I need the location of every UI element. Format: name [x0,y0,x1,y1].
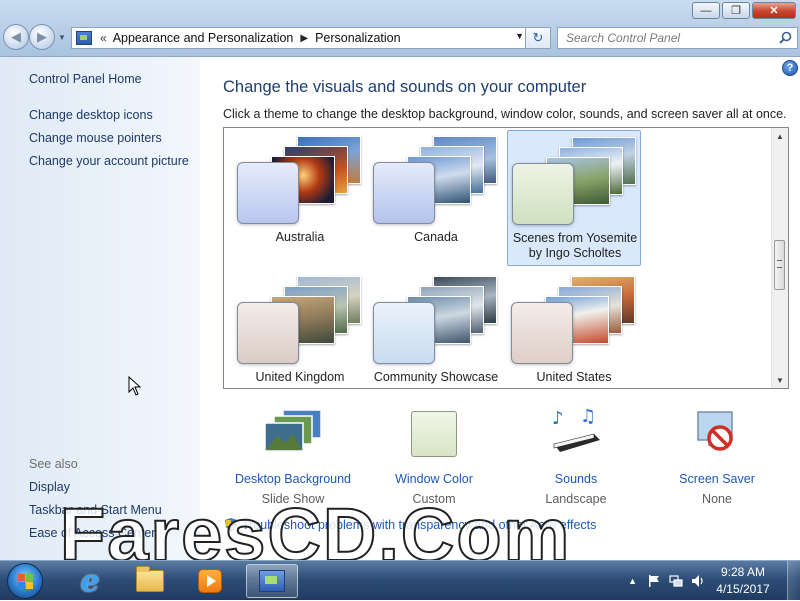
minimize-button[interactable]: — [692,2,720,19]
theme-color-swatch [237,302,299,364]
theme-color-swatch [237,162,299,224]
display-link[interactable]: Display [29,480,70,494]
desktop-background-icon [264,409,322,452]
clock-date: 4/15/2017 [716,582,770,596]
mouse-cursor-icon [128,376,142,396]
theme-label: Community Showcase [373,370,499,384]
theme-list-scrollbar[interactable]: ▲ ▼ [771,128,788,388]
svg-text:♪: ♪ [552,408,564,429]
taskbar-control-panel[interactable] [246,564,298,598]
clock-time: 9:28 AM [720,565,766,579]
taskbar-internet-explorer[interactable]: e [64,563,116,599]
control-panel-icon [259,570,285,592]
help-icon[interactable]: ? [782,60,798,76]
screen-saver-value: None [702,492,732,506]
troubleshoot-link-text[interactable]: Troubleshoot problems with transparency … [242,518,596,532]
taskbar-start-menu-link[interactable]: Taskbar and Start Menu [29,503,162,517]
taskbar: e ▲ 9:28 AM 4/15/2017 [0,560,800,601]
control-panel-icon [76,31,92,45]
windows-explorer-icon [136,566,164,592]
recent-pages-dropdown[interactable]: ▼ [58,33,66,42]
scroll-up-arrow-icon[interactable]: ▲ [772,128,788,144]
address-bar[interactable]: « Appearance and Personalization ▶ Perso… [71,27,551,49]
desktop-background-link[interactable]: Desktop Background [218,472,368,486]
window-color-setting[interactable]: Window Color Custom [359,408,509,508]
troubleshoot-aero-link[interactable]: Troubleshoot problems with transparency … [224,518,596,532]
scroll-thumb[interactable] [774,240,785,290]
refresh-button[interactable]: ↻ [525,27,551,49]
back-button[interactable]: ◀ [3,24,29,50]
theme-label: United Kingdom [255,370,345,384]
theme-united-kingdom[interactable]: United Kingdom [233,270,367,388]
sounds-link[interactable]: Sounds [501,472,651,486]
screen-saver-link[interactable]: Screen Saver [642,472,792,486]
window-color-icon [411,411,457,457]
breadcrumb-appearance[interactable]: Appearance and Personalization [113,31,294,45]
network-icon[interactable] [669,574,683,588]
change-desktop-icons-link[interactable]: Change desktop icons [29,108,153,122]
ease-of-access-link[interactable]: Ease of Access Center [29,526,155,540]
desktop-background-value: Slide Show [261,492,325,506]
back-arrow-icon: ◀ [11,29,21,44]
forward-button[interactable]: ▶ [29,24,55,50]
maximize-button[interactable]: ❐ [722,2,750,19]
system-clock[interactable]: 9:28 AM 4/15/2017 [713,564,773,598]
theme-australia[interactable]: Australia [233,130,367,266]
breadcrumb-separator-icon[interactable]: ▶ [300,33,308,44]
see-also-header: See also [29,457,78,471]
window-titlebar: — ❐ ✕ ◀ ▶ ▼ « Appearance and Personaliza… [0,0,800,57]
change-account-picture-link[interactable]: Change your account picture [29,154,189,168]
internet-explorer-icon: e [80,563,100,599]
volume-icon[interactable] [691,574,705,588]
control-panel-home-link[interactable]: Control Panel Home [29,72,142,86]
sounds-value: Landscape [545,492,607,506]
shield-icon [225,518,237,532]
screen-saver-icon [697,411,733,451]
theme-label: Scenes from Yosemite by Ingo Scholtes [512,231,638,260]
change-mouse-pointers-link[interactable]: Change mouse pointers [29,131,162,145]
media-player-icon [198,569,222,593]
theme-color-swatch [373,302,435,364]
window-color-value: Custom [412,492,456,506]
start-button[interactable] [7,563,43,599]
show-desktop-button[interactable] [787,561,800,601]
address-overflow-chevron[interactable]: « [100,31,107,45]
theme-label: United States [536,370,612,384]
theme-label: Canada [414,230,458,244]
theme-list[interactable]: Australia Canada Scenes from Yosemite by… [223,127,789,389]
address-dropdown-icon[interactable]: ▼ [515,31,524,41]
search-icon[interactable] [779,31,792,44]
screen-saver-setting[interactable]: Screen Saver None [642,408,792,508]
taskbar-windows-explorer[interactable] [124,564,176,598]
close-button[interactable]: ✕ [752,2,796,19]
scroll-down-arrow-icon[interactable]: ▼ [772,372,788,388]
theme-label: Australia [275,230,325,244]
search-input[interactable] [564,30,778,46]
theme-color-swatch [373,162,435,224]
show-hidden-icons-arrow[interactable]: ▲ [628,576,637,586]
page-title: Change the visuals and sounds on your co… [223,78,587,96]
system-tray: ▲ 9:28 AM 4/15/2017 [628,561,800,601]
page-subtitle: Click a theme to change the desktop back… [223,107,787,121]
theme-canada[interactable]: Canada [369,130,503,266]
breadcrumb-personalization[interactable]: Personalization [315,31,400,45]
search-box[interactable] [557,27,798,49]
svg-text:♫: ♫ [580,408,596,427]
theme-community-showcase[interactable]: Community Showcase [369,270,503,388]
theme-color-swatch [512,163,574,225]
forward-arrow-icon: ▶ [37,29,47,44]
theme-color-swatch [511,302,573,364]
sounds-setting[interactable]: ♪ ♫ Sounds Landscape [501,408,651,508]
theme-yosemite[interactable]: Scenes from Yosemite by Ingo Scholtes [507,130,641,266]
theme-united-states[interactable]: United States [507,270,641,388]
desktop-background-setting[interactable]: Desktop Background Slide Show [218,408,368,508]
refresh-icon: ↻ [532,30,544,45]
taskbar-media-player[interactable] [184,564,236,598]
action-center-flag-icon[interactable] [647,574,661,588]
window-color-link[interactable]: Window Color [359,472,509,486]
window-controls: — ❐ ✕ [692,2,796,19]
sounds-icon: ♪ ♫ [552,408,600,452]
